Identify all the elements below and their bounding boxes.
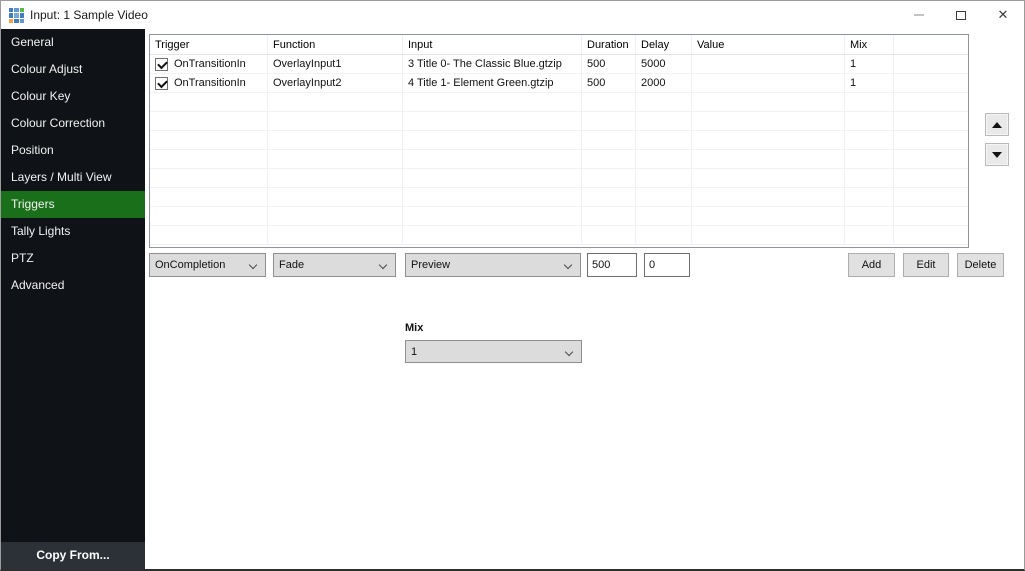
mix-cell: 1 — [845, 55, 894, 73]
table-row[interactable]: OnTransitionIn OverlayInput1 3 Title 0- … — [150, 55, 968, 74]
empty-table-row — [150, 112, 968, 131]
sidebar-item-colour-correction[interactable]: Colour Correction — [1, 110, 145, 137]
input-value: Preview — [411, 259, 450, 271]
settings-sidebar: General Colour Adjust Colour Key Colour … — [1, 29, 145, 542]
chevron-down-icon — [564, 261, 572, 269]
add-button[interactable]: Add — [848, 253, 895, 277]
trigger-cell: OnTransitionIn — [174, 74, 246, 92]
table-row[interactable]: OnTransitionIn OverlayInput2 4 Title 1- … — [150, 74, 968, 93]
delay-cell: 2000 — [636, 74, 692, 92]
sidebar-item-position[interactable]: Position — [1, 137, 145, 164]
input-select[interactable]: Preview — [405, 253, 581, 277]
table-header-row: Trigger Function Input Duration Delay Va… — [150, 35, 968, 55]
mix-label: Mix — [405, 322, 423, 334]
trigger-cell: OnTransitionIn — [174, 55, 246, 73]
window-title: Input: 1 Sample Video — [30, 1, 148, 29]
trigger-type-select[interactable]: OnCompletion — [149, 253, 266, 277]
mix-select[interactable]: 1 — [405, 340, 582, 363]
move-row-up-button[interactable] — [985, 113, 1009, 136]
sidebar-item-colour-key[interactable]: Colour Key — [1, 83, 145, 110]
column-header-mix[interactable]: Mix — [845, 35, 894, 54]
mix-value: 1 — [411, 346, 417, 358]
column-header-input[interactable]: Input — [403, 35, 582, 54]
column-header-function[interactable]: Function — [268, 35, 403, 54]
minimize-icon — [914, 14, 924, 16]
chevron-down-icon — [379, 261, 387, 269]
arrow-down-icon — [992, 152, 1002, 158]
empty-table-row — [150, 93, 968, 112]
delay-input[interactable] — [644, 253, 690, 277]
empty-table-row — [150, 131, 968, 150]
edit-button[interactable]: Edit — [903, 253, 949, 277]
sidebar-item-layers-multi-view[interactable]: Layers / Multi View — [1, 164, 145, 191]
sidebar-item-general[interactable]: General — [1, 29, 145, 56]
function-value: Fade — [279, 259, 304, 271]
empty-table-row — [150, 169, 968, 188]
close-button[interactable]: ✕ — [982, 1, 1024, 29]
column-header-value[interactable]: Value — [692, 35, 845, 54]
empty-table-row — [150, 150, 968, 169]
input-settings-window: Input: 1 Sample Video ✕ General Colour A… — [0, 0, 1025, 571]
sidebar-item-tally-lights[interactable]: Tally Lights — [1, 218, 145, 245]
sidebar-item-triggers[interactable]: Triggers — [1, 191, 145, 218]
trigger-type-value: OnCompletion — [155, 259, 225, 271]
input-cell: 4 Title 1- Element Green.gtzip — [403, 74, 582, 92]
sidebar-item-advanced[interactable]: Advanced — [1, 272, 145, 299]
arrow-up-icon — [992, 122, 1002, 128]
close-icon: ✕ — [998, 1, 1009, 29]
chevron-down-icon — [565, 348, 573, 356]
window-controls: ✕ — [898, 1, 1024, 29]
value-cell — [692, 55, 845, 73]
column-header-delay[interactable]: Delay — [636, 35, 692, 54]
sidebar-item-colour-adjust[interactable]: Colour Adjust — [1, 56, 145, 83]
input-cell: 3 Title 0- The Classic Blue.gtzip — [403, 55, 582, 73]
minimize-button[interactable] — [898, 1, 940, 29]
title-bar: Input: 1 Sample Video ✕ — [1, 1, 1024, 29]
column-header-duration[interactable]: Duration — [582, 35, 636, 54]
delay-cell: 5000 — [636, 55, 692, 73]
duration-cell: 500 — [582, 74, 636, 92]
column-header-trigger[interactable]: Trigger — [150, 35, 268, 54]
value-cell — [692, 74, 845, 92]
copy-from-button[interactable]: Copy From... — [1, 542, 145, 570]
maximize-button[interactable] — [940, 1, 982, 29]
sidebar-item-ptz[interactable]: PTZ — [1, 245, 145, 272]
chevron-down-icon — [249, 261, 257, 269]
app-logo-icon — [9, 8, 24, 23]
row-enabled-checkbox[interactable] — [155, 58, 168, 71]
row-enabled-checkbox[interactable] — [155, 77, 168, 90]
duration-cell: 500 — [582, 55, 636, 73]
duration-input[interactable] — [587, 253, 637, 277]
function-cell: OverlayInput1 — [268, 55, 403, 73]
function-select[interactable]: Fade — [273, 253, 396, 277]
column-header-blank — [894, 35, 968, 54]
delete-button[interactable]: Delete — [957, 253, 1004, 277]
move-row-down-button[interactable] — [985, 143, 1009, 166]
empty-table-row — [150, 207, 968, 226]
function-cell: OverlayInput2 — [268, 74, 403, 92]
empty-table-row — [150, 188, 968, 207]
mix-cell: 1 — [845, 74, 894, 92]
triggers-table: Trigger Function Input Duration Delay Va… — [149, 34, 969, 248]
maximize-icon — [956, 11, 966, 20]
empty-table-row — [150, 226, 968, 245]
